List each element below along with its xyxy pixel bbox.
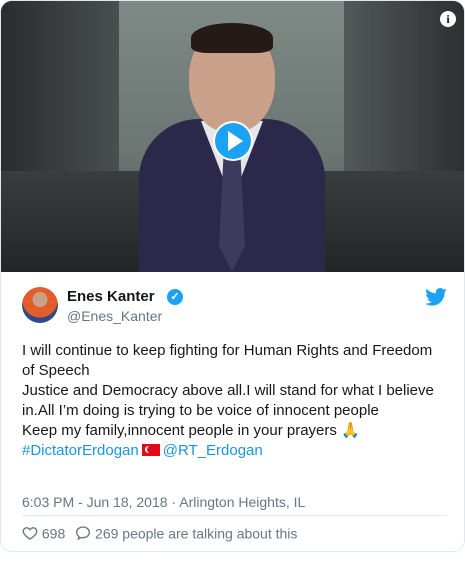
tweet-embed-card: i Enes Kanter ✓ @Enes_Kanter I will cont… <box>0 0 465 552</box>
tweet-meta: 6:03 PM - Jun 18, 2018 · Arlington Heigh… <box>22 494 305 510</box>
tweet-line: Keep my family,innocent people in your p… <box>22 422 360 439</box>
video-thumbnail[interactable]: i <box>1 1 464 272</box>
like-count[interactable]: 698 <box>42 525 65 541</box>
info-icon[interactable]: i <box>440 11 456 27</box>
person-hair <box>191 23 273 53</box>
hashtag-link[interactable]: #DictatorErdogan <box>22 442 139 459</box>
tweet-actions: 698 269 people are talking about this <box>22 523 297 541</box>
tweet-line: Justice and Democracy above all.I will s… <box>22 382 434 419</box>
tweet-timestamp[interactable]: 6:03 PM - Jun 18, 2018 <box>22 494 168 510</box>
verified-badge-icon: ✓ <box>167 289 183 305</box>
avatar[interactable] <box>22 287 58 323</box>
talking-about-text[interactable]: 269 people are talking about this <box>95 525 297 541</box>
turkey-flag-icon <box>141 444 160 456</box>
play-triangle <box>228 131 243 151</box>
heart-icon[interactable] <box>22 525 38 541</box>
twitter-bird-icon[interactable] <box>425 288 447 306</box>
tweet-header: Enes Kanter ✓ @Enes_Kanter <box>1 272 464 332</box>
tweet-line: I will continue to keep fighting for Hum… <box>22 342 433 379</box>
meta-separator: · <box>171 494 177 510</box>
play-button[interactable] <box>213 121 253 161</box>
tweet-text: I will continue to keep fighting for Hum… <box>22 341 447 461</box>
divider <box>22 515 447 516</box>
tweet-tags-line: #DictatorErdogan @RT_Erdogan <box>22 441 447 461</box>
tweet-location[interactable]: Arlington Heights, IL <box>179 494 305 510</box>
reply-bubble-icon[interactable] <box>75 525 91 541</box>
author-name[interactable]: Enes Kanter <box>67 288 155 305</box>
mention-link[interactable]: @RT_Erdogan <box>163 442 263 459</box>
author-handle[interactable]: @Enes_Kanter <box>67 308 162 324</box>
